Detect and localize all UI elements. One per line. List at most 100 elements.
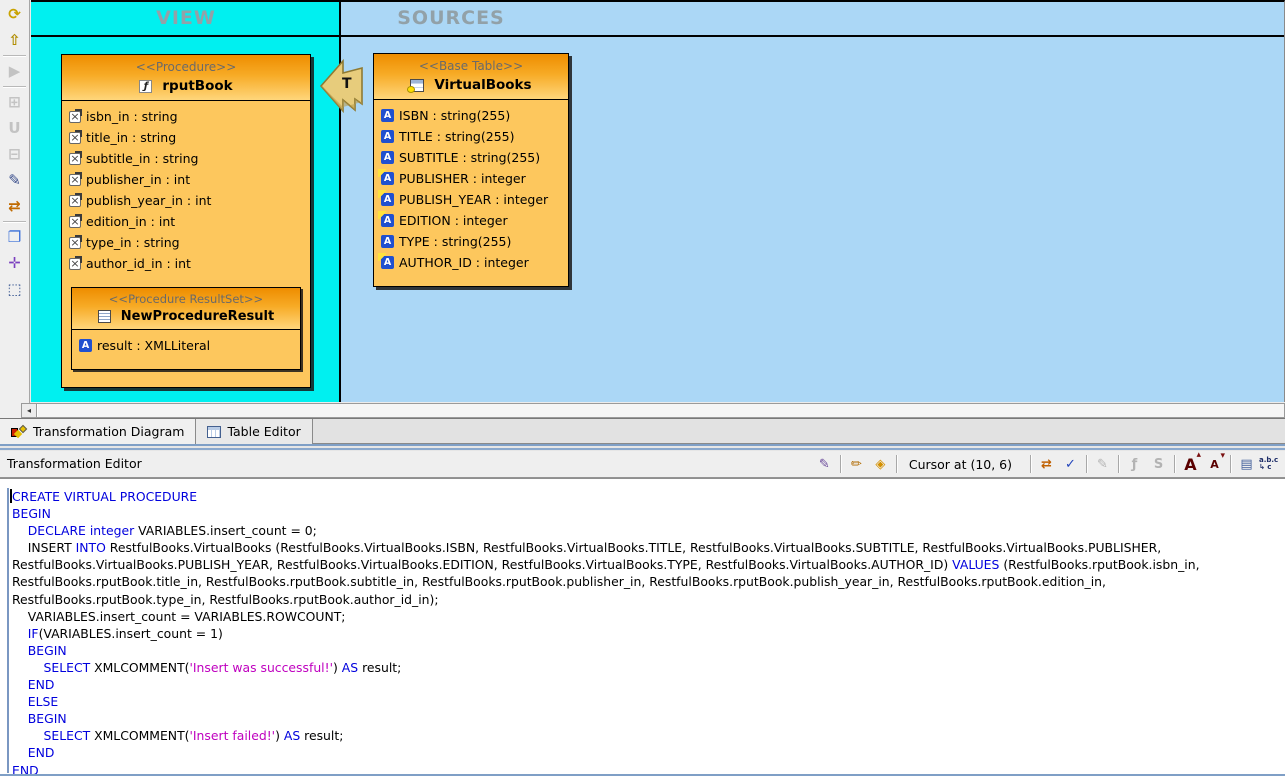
parameter-icon <box>69 132 81 144</box>
toolbar-separator <box>1118 455 1119 473</box>
new-sibling-icon[interactable]: ⊞ <box>3 90 27 114</box>
new-page-icon[interactable]: ✛ <box>3 251 27 275</box>
preview-data-icon[interactable]: ▶ <box>3 59 27 83</box>
sql-code[interactable]: CREATE VIRTUAL PROCEDUREBEGIN DECLARE in… <box>12 488 1282 776</box>
parameter-row[interactable]: publish_year_in : int <box>62 190 310 211</box>
font-decrease-icon[interactable]: A <box>1203 454 1226 474</box>
sql-line: BEGIN <box>12 710 1282 727</box>
column-row[interactable]: AUTHOR_ID : integer <box>374 252 568 273</box>
column-row[interactable]: EDITION : integer <box>374 210 568 231</box>
expression-builder-icon[interactable]: ◈ <box>869 454 892 474</box>
column-row[interactable]: TYPE : string(255) <box>374 231 568 252</box>
integer-column-icon <box>381 214 394 227</box>
column-row[interactable]: ISBN : string(255) <box>374 105 568 126</box>
diagram-toolbar: ⟳⇧ ▶ ⊞U⊟✎⇄ ❐✛⬚ <box>0 0 30 418</box>
parameter-icon <box>69 111 81 123</box>
column-row[interactable]: SUBTITLE : string(255) <box>374 147 568 168</box>
sql-line: RestfulBooks.rputBook.title_in, RestfulB… <box>12 573 1282 590</box>
scroll-left-button[interactable]: ◂ <box>22 404 37 417</box>
base-table-box[interactable]: <<Base Table>> VirtualBooks ISBN : strin… <box>373 53 569 287</box>
sql-line: CREATE VIRTUAL PROCEDURE <box>12 488 1282 505</box>
sql-line: BEGIN <box>12 505 1282 522</box>
cursor-position-status: Cursor at (10, 6) <box>901 457 1026 472</box>
toolbar-separator <box>840 455 841 473</box>
horizontal-scrollbar[interactable]: ◂ <box>21 403 1285 418</box>
base-table-stereotype: <<Base Table>> <box>377 59 565 73</box>
tab-label: Transformation Diagram <box>33 424 184 439</box>
diagram-canvas[interactable]: VIEW SOURCES <<Procedure>> rputBook isbn… <box>31 0 1285 402</box>
column-row[interactable]: TITLE : string(255) <box>374 126 568 147</box>
transformation-arrow[interactable]: T <box>319 58 365 114</box>
marquee-select-icon[interactable]: ⬚ <box>3 277 27 301</box>
refresh-diagram-icon[interactable]: ⟳ <box>3 2 27 26</box>
sql-editor[interactable]: CREATE VIRTUAL PROCEDUREBEGIN DECLARE in… <box>0 478 1285 776</box>
resultset-box[interactable]: <<Procedure ResultSet>> NewProcedureResu… <box>71 287 301 370</box>
string-column-icon <box>381 109 394 122</box>
edit-transformation-icon[interactable]: ✎ <box>813 454 836 474</box>
sql-line: SELECT XMLCOMMENT('Insert was successful… <box>12 659 1282 676</box>
save-diagram-icon[interactable]: ❐ <box>3 225 27 249</box>
word-wrap-icon[interactable]: a.b.c ↳ c <box>1259 454 1282 474</box>
procedure-name: rputBook <box>162 78 232 94</box>
split-sash[interactable] <box>0 444 1285 451</box>
sql-line: END <box>12 676 1282 693</box>
new-union-icon[interactable]: U <box>3 116 27 140</box>
supports-update-icon[interactable]: ✎ <box>1091 454 1114 474</box>
sql-line: INSERT INTO RestfulBooks.VirtualBooks (R… <box>12 539 1282 556</box>
integer-column-icon <box>381 256 394 269</box>
preferences-icon[interactable]: ▤ <box>1235 454 1258 474</box>
toolbar-separator <box>1030 455 1031 473</box>
column-row[interactable]: PUBLISH_YEAR : integer <box>374 189 568 210</box>
criteria-builder-icon[interactable]: ✏ <box>845 454 868 474</box>
reconcile-mapping-icon[interactable]: ⇄ <box>3 194 27 218</box>
reconcile-icon[interactable]: ⇄ <box>1035 454 1058 474</box>
validate-icon[interactable]: ✓ <box>1059 454 1082 474</box>
parameter-row[interactable]: isbn_in : string <box>62 106 310 127</box>
application-window: ⟳⇧▶⊞U⊟✎⇄❐✛⬚ VIEW SOURCES <<Procedure>> r… <box>0 0 1285 776</box>
toolbar-separator <box>1086 455 1087 473</box>
tab-table-editor[interactable]: Table Editor <box>196 419 312 444</box>
procedure-box-header[interactable]: <<Procedure>> rputBook <box>62 55 310 101</box>
parameter-row[interactable]: publisher_in : int <box>62 169 310 190</box>
column-row[interactable]: result : XMLLiteral <box>72 335 300 356</box>
parameter-row[interactable]: author_id_in : int <box>62 253 310 274</box>
panel-header-divider <box>31 35 1284 37</box>
sql-line: SELECT XMLCOMMENT('Insert failed!') AS r… <box>12 727 1282 744</box>
procedure-stereotype: <<Procedure>> <box>65 60 307 74</box>
parameter-icon <box>69 153 81 165</box>
parameter-icon <box>69 216 81 228</box>
transformation-editor-toolbar: ✎✏◈Cursor at (10, 6)⇄✓✎ƒSAA▤a.b.c ↳ c <box>813 451 1282 477</box>
edit-diagram-icon[interactable]: ✎ <box>3 168 27 192</box>
parameter-row[interactable]: title_in : string <box>62 127 310 148</box>
editor-focus-border <box>7 488 9 773</box>
resultset-stereotype: <<Procedure ResultSet>> <box>74 292 298 306</box>
tab-transformation-diagram[interactable]: Transformation Diagram <box>0 419 196 444</box>
parameter-icon <box>69 258 81 270</box>
base-table-name: VirtualBooks <box>434 77 531 93</box>
transformation-editor-title: Transformation Editor <box>7 456 142 471</box>
criteria-disabled-icon[interactable]: ƒ <box>1123 454 1146 474</box>
sql-line: IF(VARIABLES.insert_count = 1) <box>12 625 1282 642</box>
toolbar-separator <box>3 55 26 56</box>
resultset-icon <box>98 310 111 323</box>
parameter-row[interactable]: subtitle_in : string <box>62 148 310 169</box>
base-table-column-list: ISBN : string(255) TITLE : string(255) S… <box>374 100 568 277</box>
sql-template-icon[interactable]: S <box>1147 454 1170 474</box>
sql-line: RestfulBooks.VirtualBooks.PUBLISH_YEAR, … <box>12 556 1282 573</box>
resultset-box-header[interactable]: <<Procedure ResultSet>> NewProcedureResu… <box>72 288 300 330</box>
sql-line: DECLARE integer VARIABLES.insert_count =… <box>12 522 1282 539</box>
base-table-box-header[interactable]: <<Base Table>> VirtualBooks <box>374 54 568 100</box>
procedure-box[interactable]: <<Procedure>> rputBook isbn_in : string … <box>61 54 311 388</box>
table-editor-icon <box>207 426 221 438</box>
tab-label: Table Editor <box>227 424 300 439</box>
scrollbar-thumb[interactable] <box>37 404 1284 417</box>
column-row[interactable]: PUBLISHER : integer <box>374 168 568 189</box>
view-panel-title: VIEW <box>31 7 341 29</box>
parameter-row[interactable]: edition_in : int <box>62 211 310 232</box>
transformation-editor-header: Transformation Editor ✎ ✏◈ Cursor at (10, … <box>0 451 1285 478</box>
font-increase-icon[interactable]: A <box>1179 454 1202 474</box>
resultset-column-list: result : XMLLiteral <box>72 330 300 360</box>
up-package-icon[interactable]: ⇧ <box>3 28 27 52</box>
parameter-row[interactable]: type_in : string <box>62 232 310 253</box>
new-child-icon[interactable]: ⊟ <box>3 142 27 166</box>
